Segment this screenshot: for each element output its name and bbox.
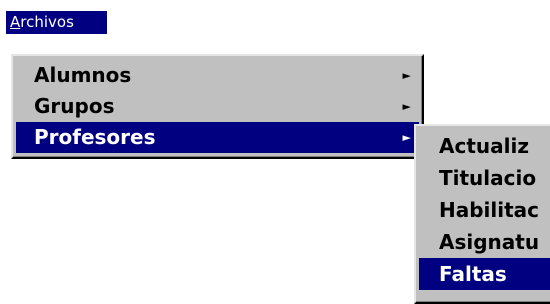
submenu-arrow-icon: ► (402, 131, 411, 144)
menu-item-faltas[interactable]: Faltas (419, 258, 550, 290)
menu-archivos-accelerator: A (10, 13, 21, 31)
menu-item-titulacio-label: Titulacio (439, 166, 537, 190)
menu-item-actualiz[interactable]: Actualiz (419, 130, 550, 162)
menu-item-grupos-label: Grupos (34, 94, 115, 118)
archivos-submenu: Alumnos ► Grupos ► Profesores ► (11, 54, 424, 159)
menu-item-alumnos[interactable]: Alumnos ► (16, 60, 419, 91)
menu-item-faltas-label: Faltas (439, 262, 507, 286)
menu-item-habilitac-label: Habilitac (439, 198, 540, 222)
menu-item-grupos[interactable]: Grupos ► (16, 91, 419, 122)
menu-item-alumnos-label: Alumnos (34, 63, 132, 87)
menu-item-profesores-label: Profesores (34, 125, 156, 149)
menu-item-titulacio[interactable]: Titulacio (419, 162, 550, 194)
menu-item-habilitac[interactable]: Habilitac (419, 194, 550, 226)
submenu-arrow-icon: ► (402, 69, 411, 82)
menu-item-asignatu[interactable]: Asignatu (419, 226, 550, 258)
menu-archivos-label: rchivos (20, 13, 74, 31)
submenu-arrow-icon: ► (402, 100, 411, 113)
menu-item-asignatu-label: Asignatu (439, 230, 540, 254)
profesores-submenu: Actualiz Titulacio Habilitac Asignatu Fa… (414, 124, 550, 304)
menu-item-profesores[interactable]: Profesores ► (16, 122, 419, 153)
menu-archivos[interactable]: Archivos (6, 11, 107, 34)
menu-item-actualiz-label: Actualiz (439, 134, 529, 158)
